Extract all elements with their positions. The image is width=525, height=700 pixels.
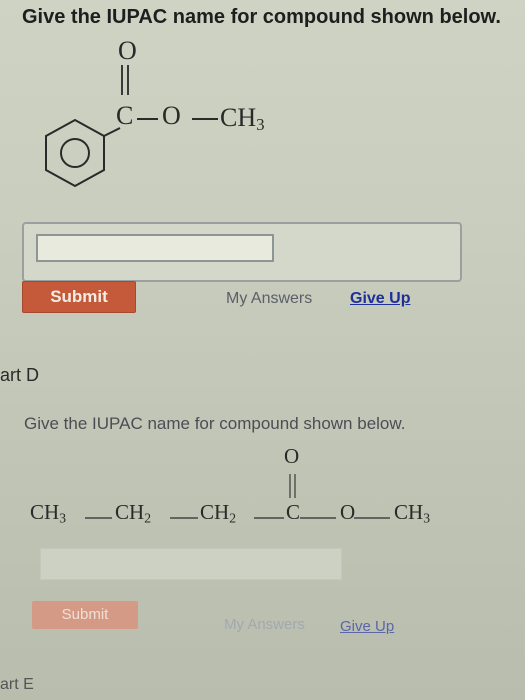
top-oxygen: O (284, 444, 300, 468)
answer-input[interactable] (36, 234, 274, 262)
answer-box (22, 222, 462, 282)
part-d-my-answers-link[interactable]: My Answers (224, 616, 305, 633)
part-e-label: art E (0, 676, 34, 693)
carbonyl-oxygen: O (118, 36, 137, 65)
submit-button[interactable]: Submit (22, 281, 136, 313)
part-d-answer-input[interactable] (40, 548, 342, 580)
ch2-2: CH2 (200, 500, 236, 526)
part-d-submit-button[interactable]: Submit (32, 601, 138, 629)
part-d-question: Give the IUPAC name for compound shown b… (24, 414, 406, 433)
ch2-1: CH2 (115, 500, 151, 526)
ch2-1-text: CH2 (115, 500, 152, 526)
ch3-left: CH3 (30, 500, 66, 526)
benzene-ring (45, 118, 105, 188)
ch2-2-text: CH2 (200, 500, 237, 526)
give-up-link[interactable]: Give Up (350, 290, 410, 308)
part-d-give-up-link[interactable]: Give Up (340, 618, 394, 635)
methyl-group: CH3 (220, 103, 265, 135)
question-title: Give the IUPAC name for compound shown b… (22, 6, 501, 28)
benzene-aromatic-circle (60, 138, 90, 168)
part-d-label: art D (0, 365, 40, 385)
structure-methyl-butanoate (85, 474, 390, 519)
ch3-right: CH3 (394, 500, 430, 526)
ester-o: O (340, 500, 356, 524)
methyl-text: CH3 (220, 103, 265, 135)
ch3-right-text: CH3 (394, 500, 431, 526)
carbonyl-carbon: C (116, 101, 134, 130)
my-answers-link[interactable]: My Answers (226, 290, 312, 308)
ch3-left-text: CH3 (30, 500, 67, 526)
carbonyl-c: C (286, 500, 301, 524)
ester-oxygen: O (162, 101, 181, 130)
